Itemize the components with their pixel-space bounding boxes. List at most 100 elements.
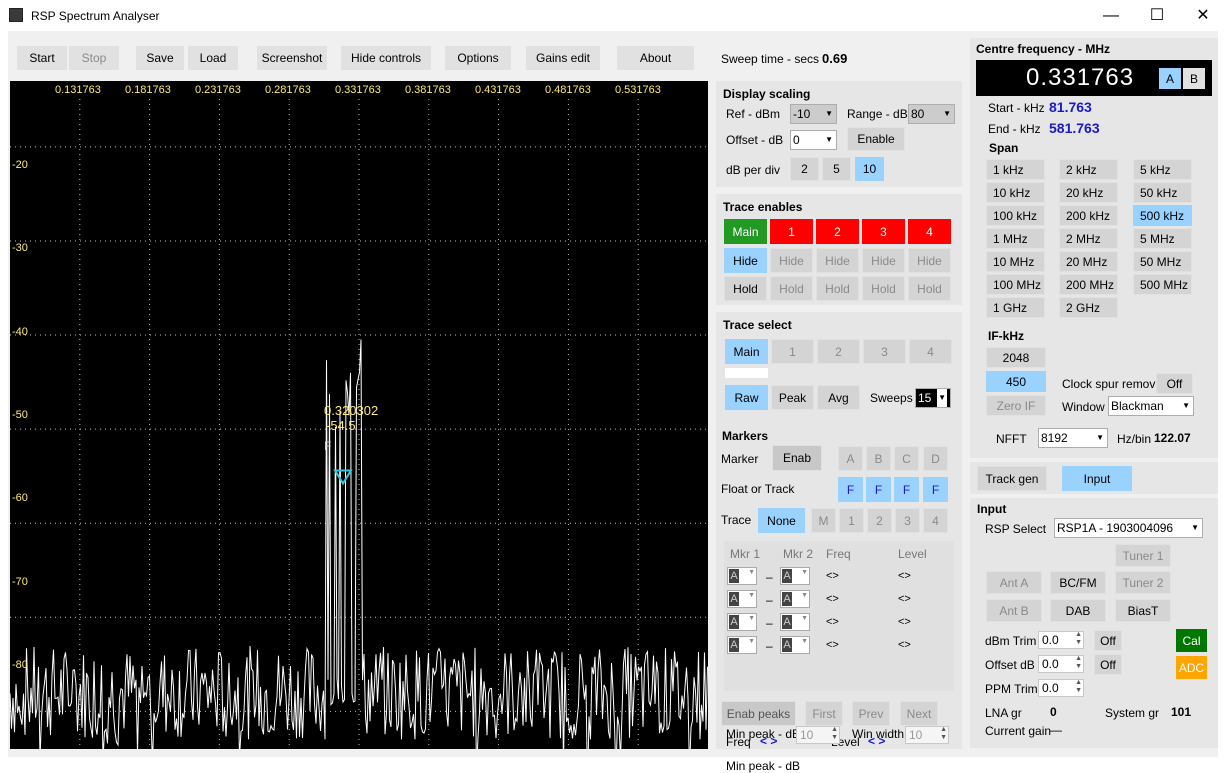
about-button[interactable]: About	[617, 46, 694, 70]
span-100-mhz-button[interactable]: 100 MHz	[986, 274, 1045, 295]
span-10-mhz-button[interactable]: 10 MHz	[986, 251, 1045, 272]
hide-main-button[interactable]: Hide	[724, 248, 767, 273]
db-per-div-2[interactable]: 2	[790, 157, 819, 181]
avg-button[interactable]: Avg	[817, 385, 860, 410]
delta-mkr1-select-3[interactable]: A ▼	[727, 613, 757, 631]
delta-mkr2-select-2[interactable]: A ▼	[780, 590, 810, 608]
marker-b-button[interactable]: B	[866, 446, 891, 471]
float-a-button[interactable]: F	[838, 477, 863, 502]
tuner-2-button[interactable]: Tuner 2	[1115, 571, 1171, 594]
float-c-button[interactable]: F	[894, 477, 919, 502]
trace-select-2[interactable]: 2	[817, 339, 860, 364]
span-200-khz-button[interactable]: 200 kHz	[1059, 205, 1118, 226]
minimize-button[interactable]: —	[1088, 0, 1134, 31]
ref-dropdown[interactable]: -10 ▼	[790, 104, 837, 124]
span-20-mhz-button[interactable]: 20 MHz	[1059, 251, 1118, 272]
span-500-khz-button[interactable]: 500 kHz	[1133, 205, 1192, 226]
ppm-trim-spinner[interactable]: 0.0 ▲ ▼	[1038, 679, 1084, 697]
trace-enable-4[interactable]: 4	[908, 219, 951, 244]
first-button[interactable]: First	[805, 701, 843, 726]
trace-3-button[interactable]: 3	[895, 508, 920, 533]
input-tab[interactable]: Input	[1062, 466, 1132, 491]
hold-1-button[interactable]: Hold	[770, 276, 813, 301]
start-button[interactable]: Start	[17, 46, 67, 70]
span-200-mhz-button[interactable]: 200 MHz	[1059, 274, 1118, 295]
peak-button[interactable]: Peak	[771, 385, 814, 410]
hold-main-button[interactable]: Hold	[724, 276, 767, 301]
if-450-button[interactable]: 450	[986, 371, 1046, 392]
trace-1-button[interactable]: 1	[839, 508, 864, 533]
trace-enable-1[interactable]: 1	[770, 219, 813, 244]
raw-button[interactable]: Raw	[725, 385, 768, 410]
offset-db-spinner[interactable]: 0.0 ▲ ▼	[1038, 655, 1084, 673]
win-width-spinner[interactable]: 10 ▲ ▼	[905, 726, 949, 744]
trace-m-button[interactable]: M	[811, 508, 836, 533]
delta-mkr2-select-4[interactable]: A ▼	[780, 636, 810, 654]
db-per-div-10[interactable]: 10	[855, 157, 884, 181]
trace-2-button[interactable]: 2	[867, 508, 892, 533]
tuner-1-button[interactable]: Tuner 1	[1115, 544, 1171, 567]
delta-mkr1-select-2[interactable]: A ▼	[727, 590, 757, 608]
hide-controls-button[interactable]: Hide controls	[341, 46, 431, 70]
delta-mkr2-select-1[interactable]: A ▼	[780, 567, 810, 585]
trace-4-button[interactable]: 4	[923, 508, 948, 533]
trace-enable-3[interactable]: 3	[862, 219, 905, 244]
track-gen-tab[interactable]: Track gen	[977, 466, 1047, 491]
centre-frequency-display[interactable]: 0.331763 A B	[976, 60, 1212, 96]
trace-select-1[interactable]: 1	[771, 339, 814, 364]
zero-if-button[interactable]: Zero IF	[986, 395, 1046, 416]
marker-enab-button[interactable]: Enab	[772, 445, 822, 471]
sweeps-dropdown[interactable]: 15 ▼	[915, 388, 951, 408]
span-50-khz-button[interactable]: 50 kHz	[1133, 182, 1192, 203]
screenshot-button[interactable]: Screenshot	[257, 46, 327, 70]
hide-1-button[interactable]: Hide	[770, 248, 813, 273]
rsp-select-dropdown[interactable]: RSP1A - 1903004096 ▼	[1054, 518, 1203, 538]
stop-button[interactable]: Stop	[69, 46, 119, 70]
trace-select-main[interactable]: Main	[725, 339, 768, 364]
trace-select-3[interactable]: 3	[863, 339, 906, 364]
span-5-mhz-button[interactable]: 5 MHz	[1133, 228, 1192, 249]
dbm-trim-spinner[interactable]: 0.0 ▲ ▼	[1038, 631, 1084, 649]
span-2-mhz-button[interactable]: 2 MHz	[1059, 228, 1118, 249]
hold-2-button[interactable]: Hold	[816, 276, 859, 301]
ant-b-button[interactable]: Ant B	[986, 599, 1042, 622]
float-d-button[interactable]: F	[923, 477, 948, 502]
if-2048-button[interactable]: 2048	[986, 347, 1046, 368]
spectrum-plot[interactable]: 0.131763 0.181763 0.231763 0.281763 0.331763…	[10, 81, 708, 749]
ant-a-button[interactable]: Ant A	[986, 571, 1042, 594]
trace-enable-main[interactable]: Main	[724, 219, 767, 244]
hide-2-button[interactable]: Hide	[816, 248, 859, 273]
dab-button[interactable]: DAB	[1050, 599, 1106, 622]
close-button[interactable]: ✕	[1180, 0, 1226, 31]
span-2-khz-button[interactable]: 2 kHz	[1059, 159, 1118, 180]
span-5-khz-button[interactable]: 5 kHz	[1133, 159, 1192, 180]
span-50-mhz-button[interactable]: 50 MHz	[1133, 251, 1192, 272]
vfo-a-button[interactable]: A	[1159, 68, 1181, 89]
span-2-ghz-button[interactable]: 2 GHz	[1059, 297, 1118, 318]
span-1-mhz-button[interactable]: 1 MHz	[986, 228, 1045, 249]
window-dropdown[interactable]: Blackman ▼	[1108, 396, 1194, 416]
trace-enable-2[interactable]: 2	[816, 219, 859, 244]
delta-mkr2-select-3[interactable]: A ▼	[780, 613, 810, 631]
trace-select-4[interactable]: 4	[909, 339, 952, 364]
span-20-khz-button[interactable]: 20 kHz	[1059, 182, 1118, 203]
delta-mkr1-select-1[interactable]: A ▼	[727, 567, 757, 585]
span-1-ghz-button[interactable]: 1 GHz	[986, 297, 1045, 318]
clock-spur-off-button[interactable]: Off	[1156, 373, 1193, 394]
float-b-button[interactable]: F	[866, 477, 891, 502]
save-button[interactable]: Save	[136, 46, 184, 70]
dbm-trim-off-button[interactable]: Off	[1094, 630, 1122, 651]
marker-a-button[interactable]: A	[838, 446, 863, 471]
span-500-mhz-button[interactable]: 500 MHz	[1133, 274, 1192, 295]
hold-4-button[interactable]: Hold	[908, 276, 951, 301]
enab-peaks-button[interactable]: Enab peaks	[721, 701, 796, 726]
span-1-khz-button[interactable]: 1 kHz	[986, 159, 1045, 180]
db-per-div-5[interactable]: 5	[822, 157, 851, 181]
biast-button[interactable]: BiasT	[1115, 599, 1171, 622]
cal-button[interactable]: Cal	[1176, 629, 1207, 652]
trace-none-button[interactable]: None	[758, 508, 805, 533]
vfo-b-button[interactable]: B	[1183, 68, 1205, 89]
prev-button[interactable]: Prev	[852, 701, 890, 726]
marker-c-button[interactable]: C	[894, 446, 919, 471]
min-peak-spinner[interactable]: 10 ▲ ▼	[796, 726, 840, 744]
